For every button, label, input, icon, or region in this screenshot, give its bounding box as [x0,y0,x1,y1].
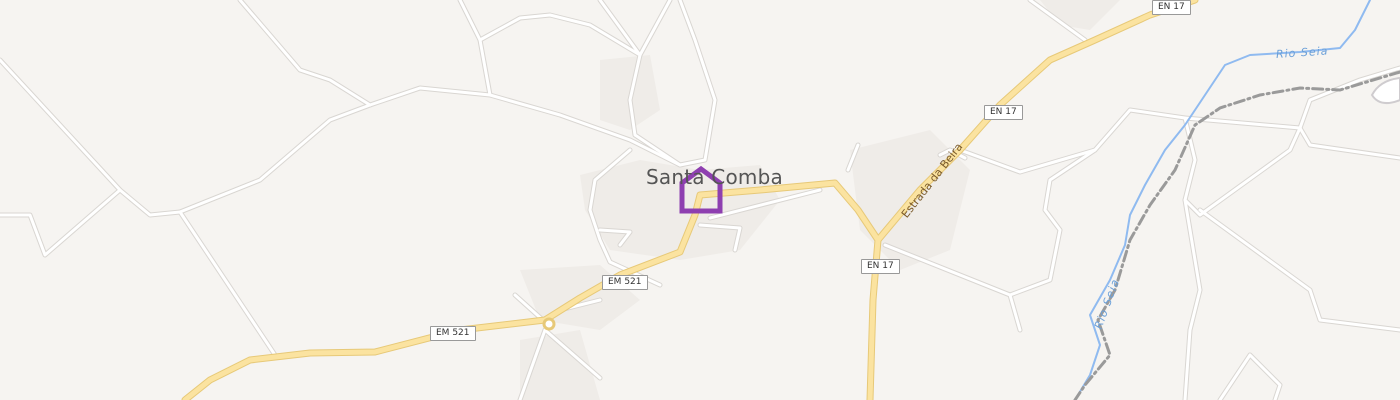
roundabout [542,317,556,331]
built-up-areas [520,0,1120,400]
road-shield-en17: EN 17 [984,105,1023,120]
road-shield-en17: EN 17 [1152,0,1191,15]
road-shield-em521: EM 521 [602,275,648,290]
road-shield-en17: EN 17 [861,259,900,274]
map-canvas[interactable]: Santa Comba EN 17 EN 17 EN 17 EM 521 EM … [0,0,1400,400]
road-shield-em521: EM 521 [430,326,476,341]
map-layer [0,0,1400,400]
place-label: Santa Comba [646,165,783,189]
station-platform [1370,76,1400,105]
